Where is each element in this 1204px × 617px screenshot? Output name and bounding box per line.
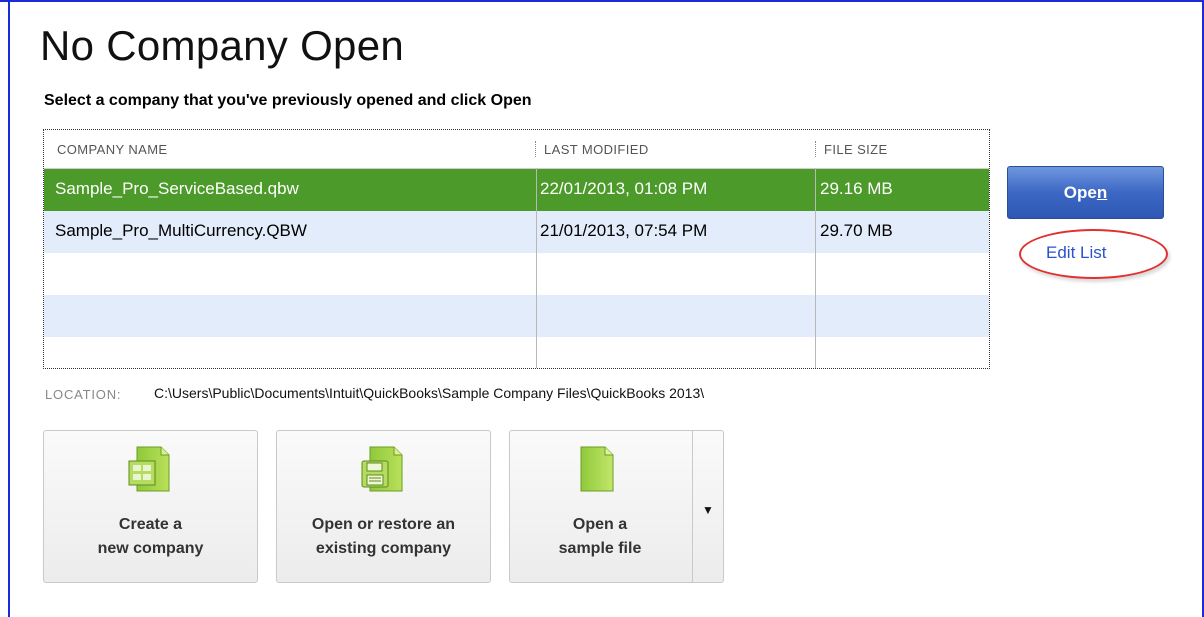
tile-label-line1: Create a xyxy=(118,516,183,533)
edit-list-link[interactable]: Edit List xyxy=(1046,243,1106,263)
table-row[interactable] xyxy=(44,253,989,295)
column-separator[interactable] xyxy=(535,141,537,157)
open-sample-file-button[interactable]: Open a sample file ▼ xyxy=(509,430,724,583)
table-row[interactable]: Sample_Pro_ServiceBased.qbw 22/01/2013, … xyxy=(44,169,989,211)
tile-split-divider xyxy=(692,431,693,582)
open-button[interactable]: Open xyxy=(1007,166,1164,219)
company-list-header: COMPANY NAME LAST MODIFIED FILE SIZE xyxy=(44,130,989,169)
location-label: LOCATION: xyxy=(45,387,122,402)
column-header-file-size[interactable]: FILE SIZE xyxy=(824,142,888,157)
window-frame-top xyxy=(0,0,1204,2)
window-frame-left xyxy=(8,0,10,617)
table-row[interactable] xyxy=(44,295,989,337)
open-button-label: Ope xyxy=(1063,183,1097,202)
sample-file-icon xyxy=(580,446,614,492)
last-modified-cell: 21/01/2013, 07:54 PM xyxy=(540,221,708,240)
page-title: No Company Open xyxy=(40,22,405,69)
column-separator[interactable] xyxy=(815,141,817,157)
tile-label-line1: Open a xyxy=(572,516,628,533)
tile-label-line2: existing company xyxy=(315,540,452,557)
company-name-cell: Sample_Pro_ServiceBased.qbw xyxy=(55,179,299,198)
column-header-last-modified[interactable]: LAST MODIFIED xyxy=(544,142,649,157)
open-button-mnemonic: n xyxy=(1096,183,1108,202)
new-company-icon xyxy=(128,446,170,492)
file-size-cell: 29.16 MB xyxy=(820,179,893,198)
table-row[interactable] xyxy=(44,337,989,368)
location-path: C:\Users\Public\Documents\Intuit\QuickBo… xyxy=(154,385,705,401)
open-restore-icon xyxy=(361,446,403,492)
last-modified-cell: 22/01/2013, 01:08 PM xyxy=(540,179,708,198)
dropdown-arrow-icon[interactable]: ▼ xyxy=(702,503,714,517)
page-subtitle: Select a company that you've previously … xyxy=(44,92,532,109)
create-new-company-button[interactable]: Create a new company xyxy=(43,430,258,583)
tile-label-line1: Open or restore an xyxy=(311,516,456,533)
file-size-cell: 29.70 MB xyxy=(820,221,893,240)
table-row[interactable]: Sample_Pro_MultiCurrency.QBW 21/01/2013,… xyxy=(44,211,989,253)
column-divider xyxy=(536,168,537,368)
company-list[interactable]: COMPANY NAME LAST MODIFIED FILE SIZE Sam… xyxy=(43,129,990,369)
tile-label-line2: new company xyxy=(97,540,204,557)
column-header-company-name[interactable]: COMPANY NAME xyxy=(57,142,168,157)
column-divider xyxy=(815,168,816,368)
open-restore-company-button[interactable]: Open or restore an existing company xyxy=(276,430,491,583)
company-name-cell: Sample_Pro_MultiCurrency.QBW xyxy=(55,221,307,240)
tile-label-line2: sample file xyxy=(558,540,642,557)
